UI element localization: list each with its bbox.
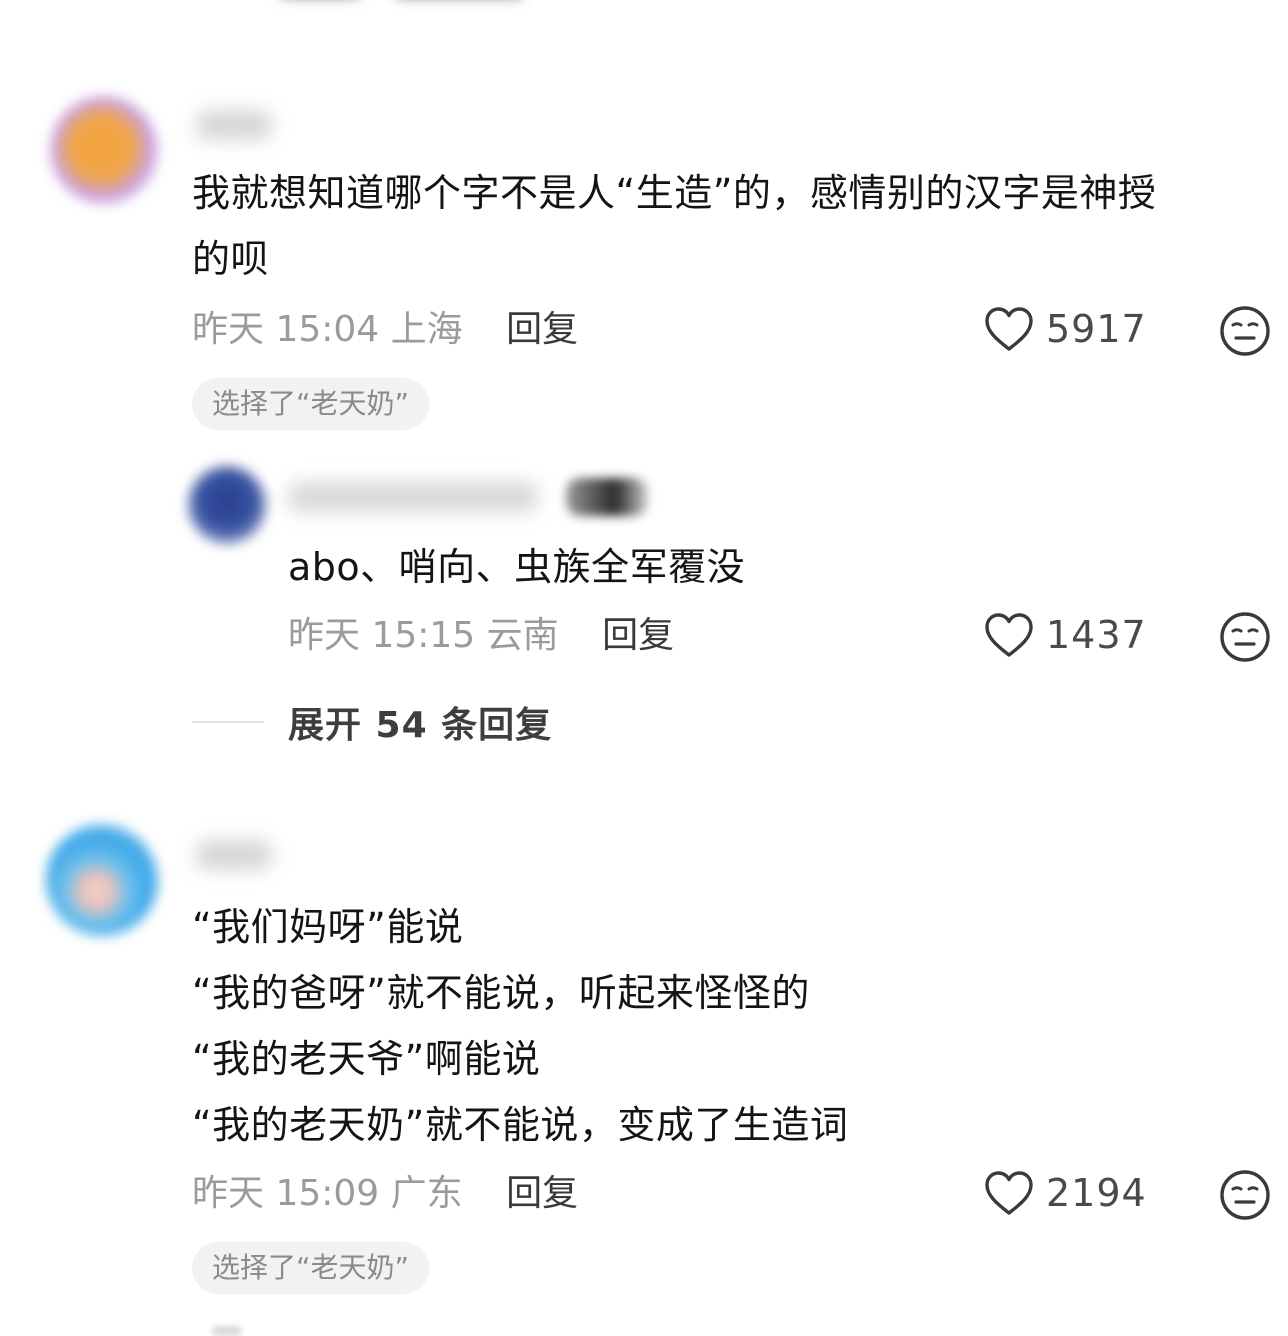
expand-replies-label[interactable]: 展开 54 条回复 — [288, 696, 552, 748]
comment-text: 我就想知道哪个字不是人“生造”的，感情别的汉字是神授 的呗 — [192, 160, 1156, 292]
reply-button[interactable]: 回复 — [506, 1173, 578, 1214]
avatar[interactable] — [50, 96, 158, 204]
username-blurred[interactable] — [288, 482, 538, 512]
username-blurred[interactable] — [196, 110, 272, 140]
comment-location: 广东 — [390, 1173, 463, 1214]
like-button[interactable]: 1437 — [984, 612, 1147, 658]
username-blurred[interactable] — [196, 840, 272, 870]
heart-outline-icon — [985, 307, 1033, 351]
like-button[interactable]: 2194 — [984, 1170, 1147, 1216]
comment-line: “我的老天爷”啊能说 — [192, 1037, 541, 1081]
choice-tag: 选择了“老天奶” — [192, 378, 430, 430]
reply-button[interactable]: 回复 — [506, 309, 578, 350]
comment-line: abo、哨向、虫族全军覆没 — [288, 545, 746, 589]
neutral-face-icon[interactable] — [1219, 305, 1271, 357]
comment-time: 昨天 15:04 — [192, 309, 380, 350]
next-item-fragment — [212, 1326, 242, 1336]
previous-item-fragment — [280, 0, 570, 6]
reply-button[interactable]: 回复 — [602, 615, 674, 656]
comment-meta: 昨天 15:15 云南 回复 — [288, 616, 674, 656]
heart-outline-icon — [985, 613, 1033, 657]
comment-text: abo、哨向、虫族全军覆没 — [288, 534, 745, 600]
comment-time: 昨天 15:15 — [288, 615, 476, 656]
avatar[interactable] — [46, 824, 158, 936]
user-badge — [566, 478, 648, 516]
comment-location: 上海 — [390, 309, 463, 350]
like-count: 5917 — [1046, 307, 1147, 351]
like-count: 1437 — [1046, 613, 1147, 657]
expand-replies[interactable]: 展开 54 条回复 — [192, 696, 552, 748]
expand-divider — [192, 721, 264, 723]
like-count: 2194 — [1046, 1171, 1147, 1215]
comment-line: “我的老天奶”就不能说，变成了生造词 — [192, 1103, 849, 1147]
heart-outline-icon — [985, 1171, 1033, 1215]
comment-text: “我们妈呀”能说 “我的爸呀”就不能说，听起来怪怪的 “我的老天爷”啊能说 “我… — [192, 894, 848, 1158]
neutral-face-icon[interactable] — [1219, 1169, 1271, 1221]
comment-meta: 昨天 15:09 广东 回复 — [192, 1174, 578, 1214]
neutral-face-icon[interactable] — [1219, 611, 1271, 663]
comment-line: “我们妈呀”能说 — [192, 905, 464, 949]
comment-time: 昨天 15:09 — [192, 1173, 380, 1214]
comment-meta: 昨天 15:04 上海 回复 — [192, 310, 578, 350]
choice-tag: 选择了“老天奶” — [192, 1242, 430, 1294]
comment-line: 的呗 — [192, 237, 270, 281]
comment-line: “我的爸呀”就不能说，听起来怪怪的 — [192, 971, 810, 1015]
comment-location: 云南 — [486, 615, 559, 656]
like-button[interactable]: 5917 — [984, 306, 1147, 352]
avatar[interactable] — [188, 466, 266, 544]
comment-line: 我就想知道哪个字不是人“生造”的，感情别的汉字是神授 — [192, 171, 1157, 215]
